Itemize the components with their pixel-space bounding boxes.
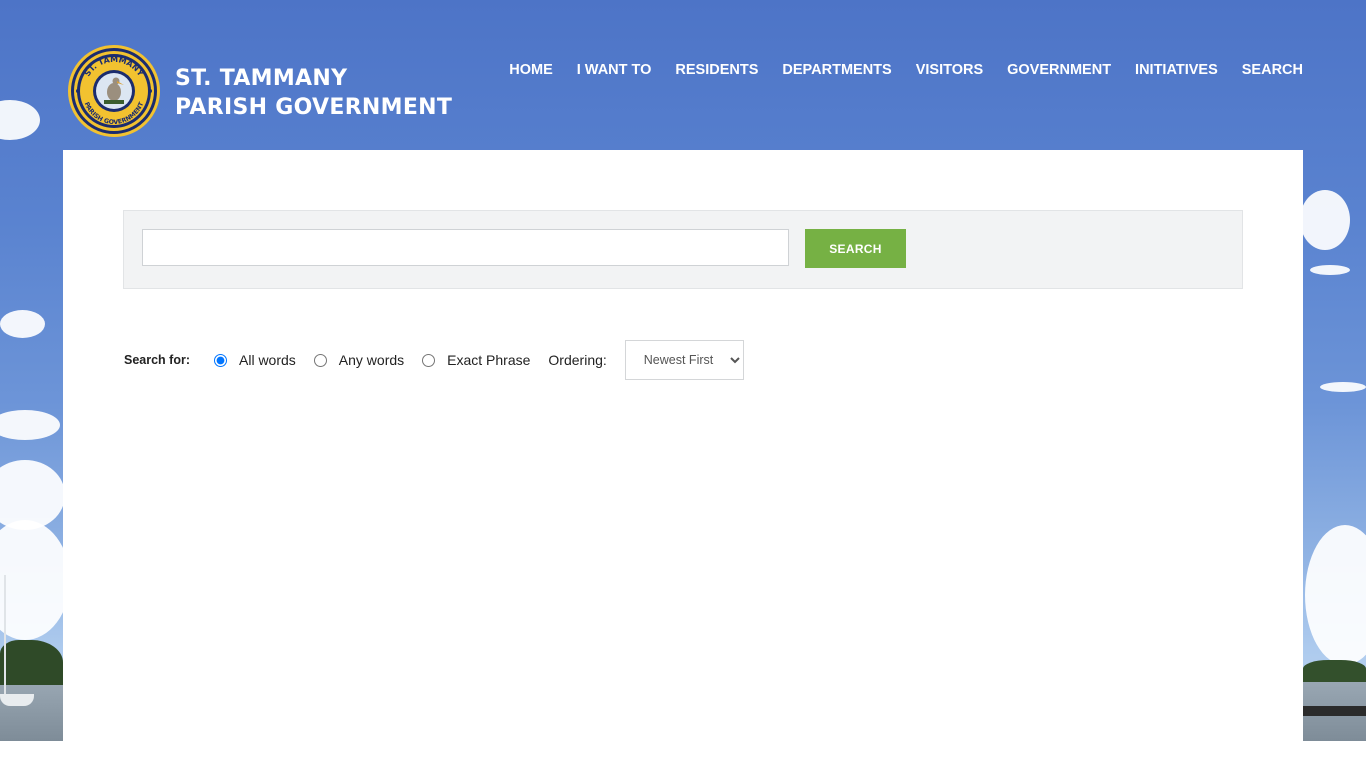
nav-departments[interactable]: DEPARTMENTS — [758, 60, 891, 80]
radio-exact-phrase[interactable] — [422, 353, 436, 367]
nav-search[interactable]: SEARCH — [1218, 60, 1303, 80]
nav-initiatives[interactable]: INITIATIVES — [1111, 60, 1218, 80]
cloud — [1300, 190, 1350, 250]
content-card: SEARCH Search for: All words Any words E… — [63, 150, 1303, 741]
seal-graphic: ST. TAMMANY PARISH GOVERNMENT — [74, 51, 154, 131]
trees — [0, 640, 63, 685]
main-nav: HOME I WANT TO RESIDENTS DEPARTMENTS VIS… — [485, 60, 1303, 80]
site-title-line1: ST. TAMMANY — [175, 66, 348, 91]
search-input[interactable] — [142, 229, 789, 266]
radio-any-words[interactable] — [313, 353, 327, 367]
parish-seal-logo[interactable]: ST. TAMMANY PARISH GOVERNMENT — [68, 45, 160, 137]
radio-option-any-words[interactable]: Any words — [313, 352, 405, 368]
cloud — [1320, 382, 1366, 392]
cloud — [0, 410, 60, 440]
cloud — [0, 460, 65, 530]
radio-option-all-words[interactable]: All words — [214, 352, 296, 368]
search-for-label: Search for: — [124, 353, 190, 367]
dock — [1303, 706, 1366, 716]
radio-label-any-words: Any words — [338, 352, 405, 368]
site-header: ST. TAMMANY PARISH GOVERNMENT ST. TAMMAN… — [63, 0, 1303, 150]
cloud — [1310, 265, 1350, 275]
radio-label-all-words: All words — [239, 352, 296, 368]
boat-mast — [4, 575, 6, 695]
ordering-select[interactable]: Newest First — [624, 340, 744, 380]
nav-government[interactable]: GOVERNMENT — [983, 60, 1111, 80]
radio-all-words[interactable] — [214, 353, 227, 367]
nav-i-want-to[interactable]: I WANT TO — [553, 60, 652, 80]
radio-option-exact-phrase[interactable]: Exact Phrase — [422, 352, 530, 368]
trees — [1303, 660, 1366, 682]
cloud — [0, 310, 45, 338]
search-button[interactable]: SEARCH — [805, 229, 906, 268]
nav-visitors[interactable]: VISITORS — [892, 60, 983, 80]
site-title[interactable]: ST. TAMMANY PARISH GOVERNMENT — [175, 64, 452, 122]
site-title-line2: PARISH GOVERNMENT — [175, 95, 453, 120]
cloud — [0, 100, 40, 140]
nav-residents[interactable]: RESIDENTS — [651, 60, 758, 80]
boat — [0, 694, 34, 706]
cloud — [1305, 525, 1366, 665]
search-box: SEARCH — [123, 210, 1243, 289]
cloud — [0, 520, 70, 640]
search-options: Search for: All words Any words Exact Ph… — [124, 340, 744, 380]
ordering-label: Ordering: — [548, 352, 607, 368]
nav-home[interactable]: HOME — [485, 60, 553, 80]
radio-label-exact-phrase: Exact Phrase — [447, 352, 531, 368]
